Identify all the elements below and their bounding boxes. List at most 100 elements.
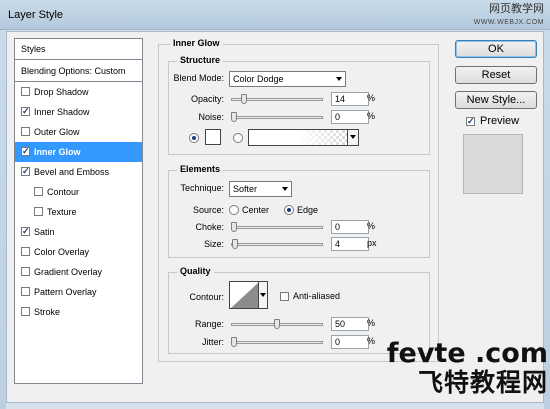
chevron-down-icon xyxy=(260,293,266,297)
style-item-label: Color Overlay xyxy=(34,247,90,257)
choke-slider[interactable] xyxy=(231,226,323,229)
technique-select[interactable]: Softer xyxy=(229,181,292,197)
range-input[interactable]: 50 xyxy=(331,317,369,331)
style-item-label: Texture xyxy=(47,207,77,217)
source-edge-label: Edge xyxy=(297,205,319,215)
styles-header[interactable]: Styles xyxy=(15,39,142,60)
chevron-down-icon xyxy=(282,187,288,191)
choke-unit: % xyxy=(367,221,376,231)
choke-input[interactable]: 0 xyxy=(331,220,369,234)
contour-dropdown[interactable] xyxy=(258,282,267,308)
style-checkbox[interactable]: ✓ xyxy=(21,227,30,237)
style-item-color-overlay[interactable]: Color Overlay xyxy=(15,242,142,262)
styles-header-label: Styles xyxy=(21,44,46,54)
inner-glow-title: Inner Glow xyxy=(170,38,223,48)
source-center-radio[interactable] xyxy=(229,205,239,215)
window-title: Layer Style xyxy=(8,9,64,21)
noise-slider[interactable] xyxy=(231,116,323,119)
title-bar: Layer Style 网页教学网 WWW.WEBJX.COM xyxy=(0,0,550,30)
blend-mode-value: Color Dodge xyxy=(233,74,284,84)
style-item-label: Outer Glow xyxy=(34,127,80,137)
style-item-label: Drop Shadow xyxy=(34,87,89,97)
style-item-satin[interactable]: ✓ Satin xyxy=(15,222,142,242)
style-item-label: Stroke xyxy=(34,307,61,317)
style-item-stroke[interactable]: Stroke xyxy=(15,302,142,322)
technique-value: Softer xyxy=(233,184,258,194)
chevron-down-icon xyxy=(350,135,356,139)
style-item-outer-glow[interactable]: Outer Glow xyxy=(15,122,142,142)
style-item-label: Satin xyxy=(34,227,55,237)
opacity-unit: % xyxy=(367,93,376,103)
watermark-bottom-line1: fevte .com xyxy=(386,338,548,369)
style-checkbox[interactable] xyxy=(34,207,43,217)
size-input[interactable]: 4 xyxy=(331,237,369,251)
jitter-slider-thumb[interactable] xyxy=(231,337,237,347)
noise-label: Noise: xyxy=(198,112,224,122)
style-item-pattern-overlay[interactable]: Pattern Overlay xyxy=(15,282,142,302)
style-checkbox[interactable] xyxy=(21,247,30,257)
style-checkbox[interactable] xyxy=(34,187,43,197)
opacity-slider-thumb[interactable] xyxy=(241,94,247,104)
choke-slider-thumb[interactable] xyxy=(231,222,237,232)
source-edge-radio[interactable] xyxy=(284,205,294,215)
opacity-label: Opacity: xyxy=(190,94,224,104)
style-checkbox[interactable]: ✓ xyxy=(21,167,30,177)
quality-title: Quality xyxy=(177,266,214,276)
technique-label: Technique: xyxy=(180,183,224,193)
choke-label: Choke: xyxy=(195,222,224,232)
style-preview-swatch xyxy=(463,134,523,194)
gradient-picker[interactable] xyxy=(248,129,359,146)
noise-slider-thumb[interactable] xyxy=(231,112,237,122)
size-label: Size: xyxy=(203,239,224,249)
contour-label: Contour: xyxy=(189,292,224,302)
jitter-slider[interactable] xyxy=(231,341,323,344)
blending-options-item[interactable]: Blending Options: Custom xyxy=(15,60,142,82)
linear-contour-icon xyxy=(231,282,259,308)
watermark-top: 网页教学网 WWW.WEBJX.COM xyxy=(474,3,544,29)
style-item-drop-shadow[interactable]: Drop Shadow xyxy=(15,82,142,102)
opacity-input[interactable]: 14 xyxy=(331,92,369,106)
style-checkbox[interactable]: ✓ xyxy=(21,107,30,117)
range-slider-thumb[interactable] xyxy=(274,319,280,329)
structure-title: Structure xyxy=(177,55,224,65)
contour-picker[interactable] xyxy=(229,281,268,309)
style-item-texture[interactable]: Texture xyxy=(15,202,142,222)
reset-button[interactable]: Reset xyxy=(455,66,537,84)
preview-checkbox[interactable]: ✓ xyxy=(466,117,475,126)
range-label: Range: xyxy=(194,319,224,329)
new-style-button[interactable]: New Style... xyxy=(455,91,537,109)
style-item-label: Bevel and Emboss xyxy=(34,167,110,177)
blend-mode-select[interactable]: Color Dodge xyxy=(229,71,346,87)
style-checkbox[interactable] xyxy=(21,287,30,297)
preview-label: Preview xyxy=(480,115,520,127)
style-checkbox[interactable]: ✓ xyxy=(21,147,30,157)
watermark-bottom-line2: 飞特教程网 xyxy=(417,368,548,397)
style-item-contour[interactable]: Contour xyxy=(15,182,142,202)
watermark-top-line2: WWW.WEBJX.COM xyxy=(473,19,544,26)
noise-input[interactable]: 0 xyxy=(331,110,369,124)
size-slider[interactable] xyxy=(231,243,323,246)
solid-color-radio[interactable] xyxy=(189,133,199,143)
ok-button[interactable]: OK xyxy=(455,40,537,58)
style-checkbox[interactable] xyxy=(21,267,30,277)
anti-aliased-label: Anti-aliased xyxy=(293,291,341,301)
size-slider-thumb[interactable] xyxy=(232,239,238,249)
gradient-dropdown[interactable] xyxy=(347,130,358,145)
anti-aliased-checkbox[interactable] xyxy=(280,292,289,301)
glow-color-swatch[interactable] xyxy=(205,129,221,145)
range-unit: % xyxy=(367,318,376,328)
style-item-inner-glow[interactable]: ✓ Inner Glow xyxy=(15,142,142,162)
style-item-gradient-overlay[interactable]: Gradient Overlay xyxy=(15,262,142,282)
style-item-bevel-and-emboss[interactable]: ✓ Bevel and Emboss xyxy=(15,162,142,182)
elements-title: Elements xyxy=(177,164,224,174)
jitter-label: Jitter: xyxy=(201,337,224,347)
style-item-label: Inner Shadow xyxy=(34,107,90,117)
gradient-radio[interactable] xyxy=(233,133,243,143)
style-item-inner-shadow[interactable]: ✓ Inner Shadow xyxy=(15,102,142,122)
blending-options-label: Blending Options: Custom xyxy=(21,66,126,76)
style-checkbox[interactable] xyxy=(21,127,30,137)
style-item-label: Contour xyxy=(47,187,80,197)
style-checkbox[interactable] xyxy=(21,307,30,317)
style-checkbox[interactable] xyxy=(21,87,30,97)
noise-unit: % xyxy=(367,111,376,121)
